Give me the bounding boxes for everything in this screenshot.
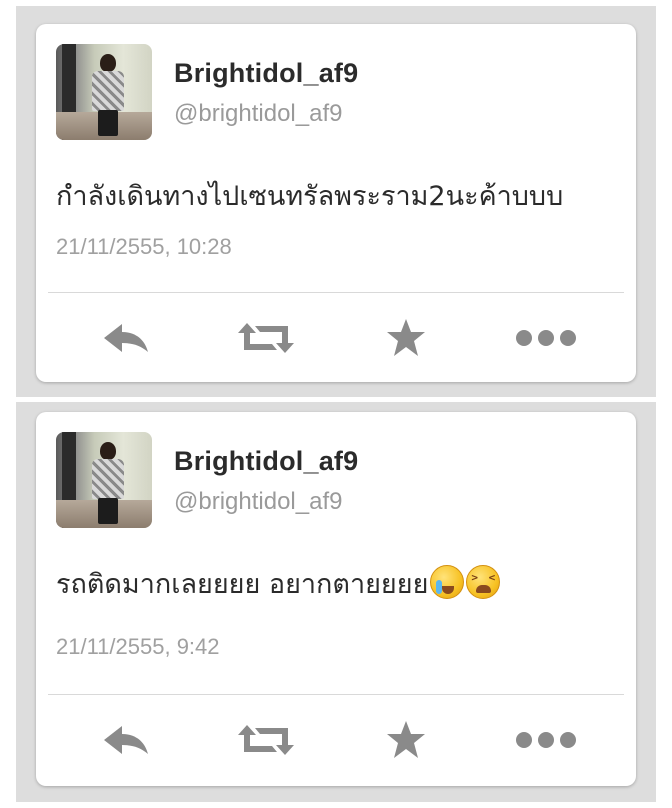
reply-icon	[104, 726, 148, 754]
divider	[48, 694, 624, 695]
tired-face-emoji	[466, 565, 501, 599]
crying-face-emoji	[430, 565, 465, 599]
retweet-button[interactable]	[226, 715, 306, 765]
reply-icon	[104, 324, 148, 352]
favorite-button[interactable]	[366, 715, 446, 765]
tweet-text: รถติดมากเลยยยย อยากตายยยย	[56, 562, 501, 605]
tweet-card[interactable]: Brightidol_af9 @brightidol_af9 กำลังเดิน…	[36, 24, 636, 382]
retweet-icon	[238, 323, 294, 353]
avatar[interactable]	[56, 44, 152, 140]
tweet-timestamp: 21/11/2555, 10:28	[56, 234, 232, 259]
tweet-text: กำลังเดินทางไปเซนทรัลพระราม2นะค้าบบบ	[56, 174, 563, 217]
tweet-timestamp: 21/11/2555, 9:42	[56, 634, 220, 659]
more-button[interactable]	[506, 313, 586, 363]
tweet-text-content: กำลังเดินทางไปเซนทรัลพระราม2นะค้าบบบ	[56, 181, 564, 212]
reply-button[interactable]	[86, 313, 166, 363]
user-handle[interactable]: @brightidol_af9	[174, 100, 342, 128]
favorite-star-icon	[387, 319, 425, 356]
user-handle[interactable]: @brightidol_af9	[174, 488, 342, 516]
reply-button[interactable]	[86, 715, 166, 765]
tweet-panel-2: Brightidol_af9 @brightidol_af9 รถติดมากเ…	[16, 402, 656, 802]
user-display-name[interactable]: Brightidol_af9	[174, 446, 358, 477]
tweet-actions	[36, 710, 636, 770]
tweet-text-content: รถติดมากเลยยยย อยากตายยยย	[56, 569, 429, 600]
user-display-name[interactable]: Brightidol_af9	[174, 58, 358, 89]
retweet-icon	[238, 725, 294, 755]
favorite-star-icon	[387, 721, 425, 758]
more-icon	[516, 330, 576, 346]
favorite-button[interactable]	[366, 313, 446, 363]
tweet-card[interactable]: Brightidol_af9 @brightidol_af9 รถติดมากเ…	[36, 412, 636, 786]
avatar[interactable]	[56, 432, 152, 528]
retweet-button[interactable]	[226, 313, 306, 363]
more-button[interactable]	[506, 715, 586, 765]
more-icon	[516, 732, 576, 748]
divider	[48, 292, 624, 293]
tweet-actions	[36, 308, 636, 368]
tweet-panel-1: Brightidol_af9 @brightidol_af9 กำลังเดิน…	[16, 6, 656, 397]
